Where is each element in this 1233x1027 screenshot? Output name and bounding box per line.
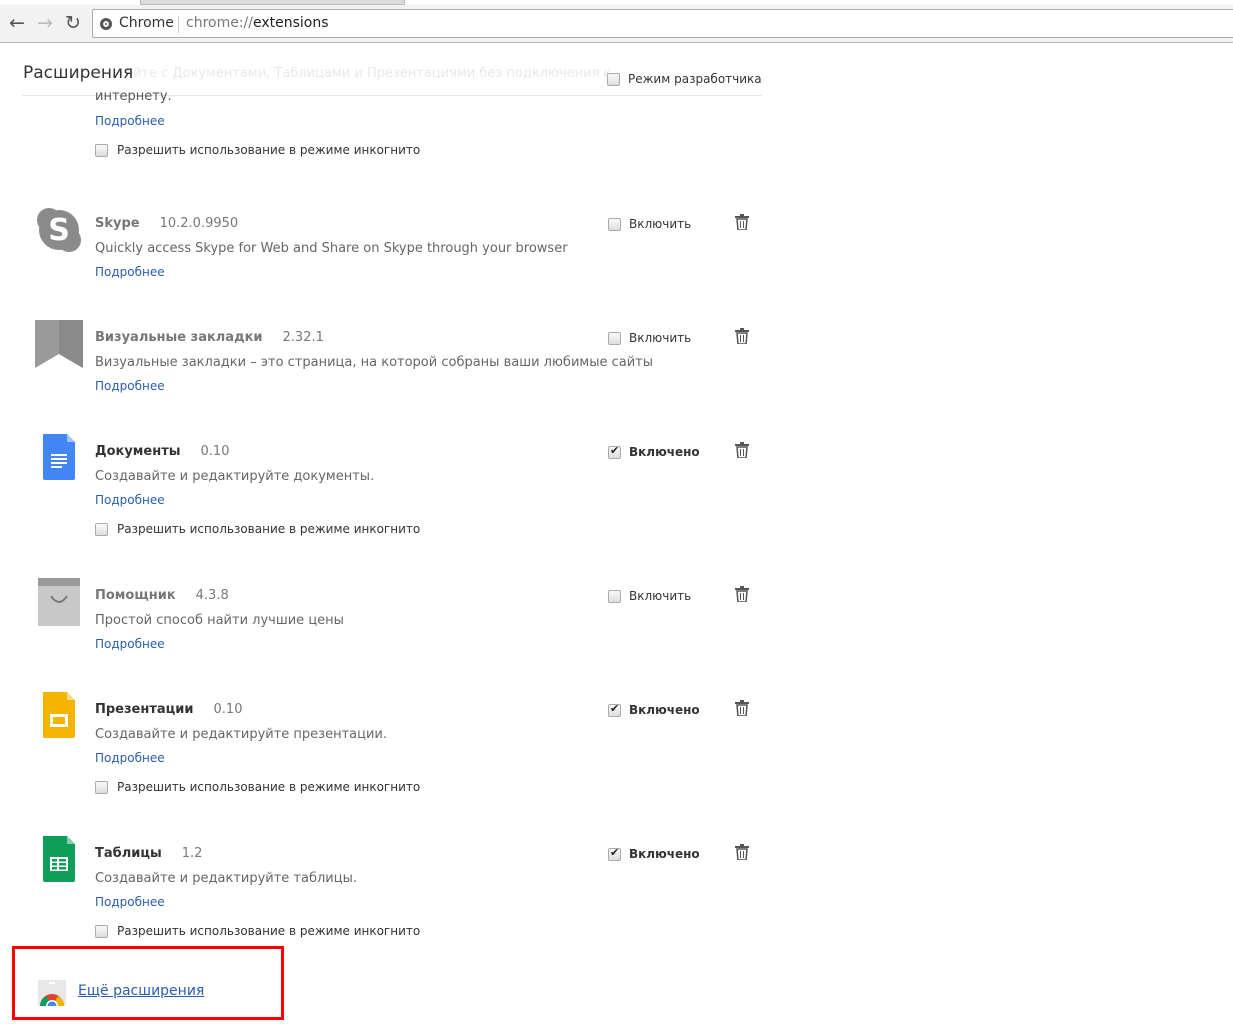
page-title: Расширения	[23, 63, 134, 83]
enable-checkbox[interactable]	[608, 444, 621, 459]
address-bar[interactable]: Chrome chrome://extensions	[92, 9, 1233, 38]
details-link[interactable]: Подробнее	[95, 493, 165, 507]
back-icon[interactable]: ←	[5, 11, 29, 35]
trash-icon[interactable]	[735, 442, 749, 459]
enable-label: Включить	[629, 331, 692, 345]
url-text[interactable]: chrome://extensions	[186, 10, 329, 37]
incognito-label: Разрешить использование в режиме инкогни…	[117, 143, 421, 157]
extension-item-partial: интернету. Подробнее Разрешить использов…	[0, 84, 800, 216]
more-extensions-link[interactable]: Ещё расширения	[78, 983, 204, 999]
incognito-checkbox[interactable]	[95, 522, 108, 536]
enable-toggle[interactable]: Включено	[608, 702, 700, 717]
trash-icon[interactable]	[735, 214, 749, 231]
extension-description: Quickly access Skype for Web and Share o…	[95, 241, 568, 256]
faded-description: айте с Документами, Таблицами и Презента…	[125, 66, 612, 81]
enable-label: Включено	[629, 847, 700, 861]
extension-description: Визуальные закладки – это страница, на к…	[95, 355, 653, 370]
address-chip: Chrome	[119, 15, 174, 31]
extension-name: Skype 10.2.0.9950	[95, 216, 239, 231]
details-link[interactable]: Подробнее	[95, 114, 165, 128]
enable-toggle[interactable]: Включить	[608, 331, 691, 345]
browser-toolbar: ← → ↻ Chrome chrome://extensions	[0, 5, 1233, 43]
extension-name: Презентации 0.10	[95, 702, 243, 717]
enable-checkbox[interactable]	[608, 589, 621, 603]
extension-item: Визуальные закладки 2.32.1 Визуальные зак…	[0, 320, 800, 444]
more-extensions-highlight: Ещё расширения	[12, 946, 284, 1020]
extensions-list: интернету. Подробнее Разрешить использов…	[0, 84, 800, 990]
extension-version: 1.2	[181, 846, 203, 861]
trash-icon[interactable]	[735, 328, 749, 345]
enable-label: Включено	[629, 703, 700, 717]
extension-description: Создавайте и редактируйте документы.	[95, 469, 375, 484]
incognito-toggle[interactable]: Разрешить использование в режиме инкогни…	[95, 143, 420, 157]
enable-checkbox[interactable]	[608, 702, 621, 717]
enable-label: Включить	[629, 589, 692, 603]
extension-version: 4.3.8	[195, 588, 229, 603]
reload-icon[interactable]: ↻	[61, 11, 85, 35]
enable-checkbox[interactable]	[608, 846, 621, 861]
extension-name: Помощник 4.3.8	[95, 588, 229, 603]
incognito-checkbox[interactable]	[95, 924, 108, 938]
divider	[178, 16, 179, 33]
extension-name: Таблицы 1.2	[95, 846, 203, 861]
enable-toggle[interactable]: Включено	[608, 846, 700, 861]
enable-checkbox[interactable]	[608, 331, 621, 345]
extension-name: Документы 0.10	[95, 444, 230, 459]
incognito-toggle[interactable]: Разрешить использование в режиме инкогни…	[95, 522, 420, 536]
details-link[interactable]: Подробнее	[95, 751, 165, 765]
extension-version: 2.32.1	[282, 330, 324, 345]
details-link[interactable]: Подробнее	[95, 637, 165, 651]
incognito-label: Разрешить использование в режиме инкогни…	[117, 780, 421, 794]
docs-icon	[35, 434, 83, 482]
extension-description: Простой способ найти лучшие цены	[95, 613, 344, 628]
enable-toggle[interactable]: Включить	[608, 217, 691, 231]
enable-toggle[interactable]: Включено	[608, 444, 700, 459]
incognito-toggle[interactable]: Разрешить использование в режиме инкогни…	[95, 780, 420, 794]
incognito-toggle[interactable]: Разрешить использование в режиме инкогни…	[95, 924, 420, 938]
extension-description: Создавайте и редактируйте презентации.	[95, 727, 388, 742]
extension-item: S Skype 10.2.0.9950 Quickly access Skype …	[0, 208, 800, 330]
extension-version: 10.2.0.9950	[159, 216, 239, 231]
trash-icon[interactable]	[735, 700, 749, 717]
extension-description: интернету.	[95, 89, 172, 104]
details-link[interactable]: Подробнее	[95, 265, 165, 279]
extension-version: 0.10	[213, 702, 243, 717]
bookmark-icon	[35, 320, 83, 368]
chrome-web-store-icon	[38, 980, 66, 1006]
sheets-icon	[35, 836, 83, 884]
details-link[interactable]: Подробнее	[95, 895, 165, 909]
enable-label: Включено	[629, 445, 700, 459]
trash-icon[interactable]	[735, 586, 749, 603]
svg-text:S: S	[48, 213, 70, 248]
slides-icon	[35, 692, 83, 740]
shopping-bag-icon	[35, 578, 83, 626]
extension-item: Презентации 0.10 Создавайте и редактируйт…	[0, 692, 800, 846]
incognito-checkbox[interactable]	[95, 780, 108, 794]
extension-name: Визуальные закладки 2.32.1	[95, 330, 324, 345]
forward-icon[interactable]: →	[33, 11, 57, 35]
enable-label: Включить	[629, 217, 692, 231]
incognito-label: Разрешить использование в режиме инкогни…	[117, 522, 421, 536]
extension-version: 0.10	[200, 444, 230, 459]
chrome-icon	[100, 18, 112, 30]
details-link[interactable]: Подробнее	[95, 379, 165, 393]
enable-toggle[interactable]: Включить	[608, 589, 691, 603]
extension-item: Помощник 4.3.8 Простой способ найти лучши…	[0, 578, 800, 702]
incognito-label: Разрешить использование в режиме инкогни…	[117, 924, 421, 938]
extension-item: Документы 0.10 Создавайте и редактируйте …	[0, 434, 800, 588]
enable-checkbox[interactable]	[608, 217, 621, 231]
trash-icon[interactable]	[735, 844, 749, 861]
skype-icon: S	[35, 206, 83, 254]
incognito-checkbox[interactable]	[95, 143, 108, 157]
extension-description: Создавайте и редактируйте таблицы.	[95, 871, 357, 886]
